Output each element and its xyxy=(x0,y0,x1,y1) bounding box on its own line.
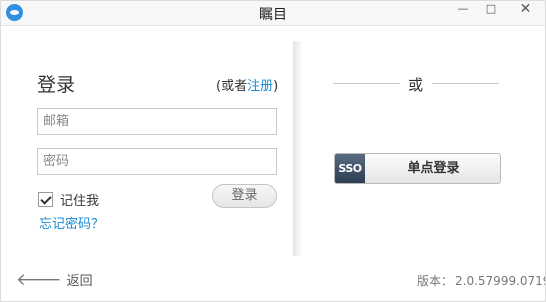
panel-divider-shadow xyxy=(293,41,303,256)
register-suffix: ) xyxy=(273,79,279,94)
maximize-button[interactable]: □ xyxy=(476,0,506,22)
forgot-password-link[interactable]: 忘记密码？ xyxy=(39,213,104,232)
sso-icon: SSO xyxy=(335,154,365,183)
email-input[interactable] xyxy=(37,108,277,135)
footer: 🡐 返回 版本： 2.0.57999.0719 xyxy=(4,254,546,298)
version-label: 版本： xyxy=(417,274,454,288)
password-input[interactable] xyxy=(37,148,277,175)
login-heading: 登录 xyxy=(37,74,76,96)
register-prefix: (或者 xyxy=(216,79,248,94)
version-number: 2.0.57999.0719 xyxy=(455,274,546,288)
login-button[interactable]: 登录 xyxy=(212,184,277,208)
back-label: 返回 xyxy=(66,274,93,289)
back-arrow-icon: 🡐 xyxy=(16,269,62,290)
sso-login-button[interactable]: SSO 单点登录 xyxy=(334,153,501,184)
or-text: 或 xyxy=(408,76,424,94)
remember-label: 记住我 xyxy=(60,194,100,209)
remember-me-toggle[interactable]: 记住我 xyxy=(38,190,99,209)
version-info: 版本： 2.0.57999.0719 xyxy=(417,272,546,289)
title-bar: 瞩目 — □ ✕ xyxy=(0,0,546,26)
remember-checkbox[interactable] xyxy=(38,192,53,207)
register-hint: (或者注册) xyxy=(216,75,278,94)
minimize-button[interactable]: — xyxy=(448,0,478,22)
login-panel: 登录 (或者注册) 记住我 登录 忘记密码？ xyxy=(4,27,296,253)
or-divider-left xyxy=(333,83,400,84)
sso-button-label: 单点登录 xyxy=(407,161,460,176)
back-button[interactable]: 🡐 返回 xyxy=(16,270,93,289)
close-button[interactable]: ✕ xyxy=(505,0,546,22)
register-link[interactable]: 注册 xyxy=(247,79,273,94)
or-divider-right xyxy=(432,83,499,84)
